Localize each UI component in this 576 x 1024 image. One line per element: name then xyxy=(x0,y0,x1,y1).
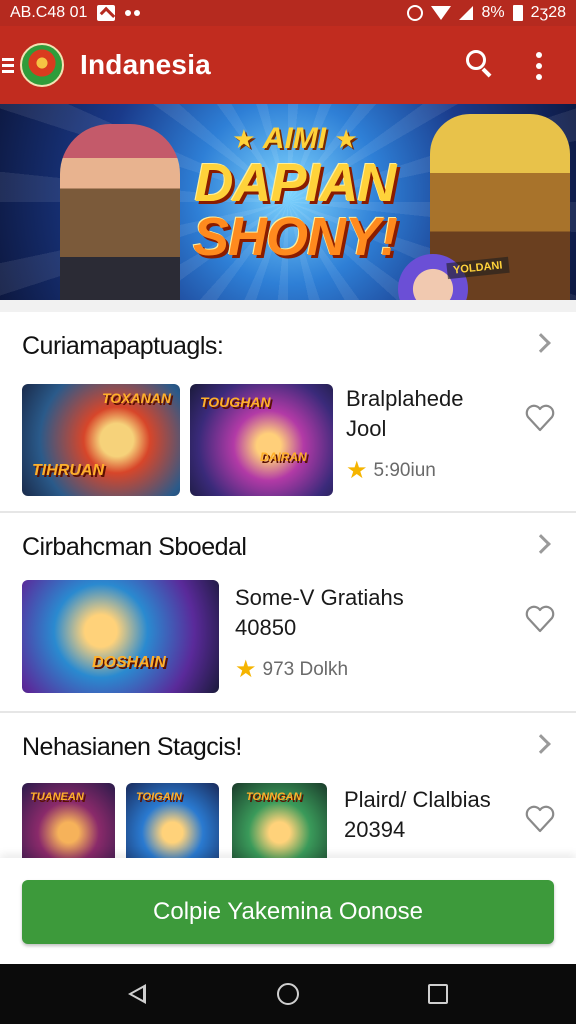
game-thumbnail[interactable]: TOXANAN TIHRUAN xyxy=(22,384,180,496)
game-thumbnail[interactable]: TOUGHAN DAIRAN xyxy=(190,384,333,496)
alarm-icon xyxy=(407,5,424,21)
section-title: Cirbahcman Sboedal xyxy=(22,533,247,561)
chevron-right-icon[interactable] xyxy=(531,734,551,754)
star-icon: ★ xyxy=(232,124,256,154)
battery-icon xyxy=(512,5,523,21)
game-thumbnail[interactable]: TUANEAN xyxy=(22,783,115,858)
banner-line-2: DAPIAN xyxy=(194,153,396,213)
item-subtitle: Jool xyxy=(346,416,387,441)
section-3: Nehasianen Stagcis! TUANEAN TOIGAIN TONN… xyxy=(0,713,576,858)
game-thumbnail[interactable]: TONNGAN xyxy=(232,783,327,858)
section-title: Nehasianen Stagcis! xyxy=(22,733,242,761)
heart-icon[interactable] xyxy=(525,404,555,432)
primary-action-button[interactable]: Colpie Yakemina Oonose xyxy=(22,880,554,944)
status-clock: 2ʒ28 xyxy=(530,4,566,21)
cta-container: Colpie Yakemina Oonose xyxy=(0,858,576,964)
game-thumbnail[interactable]: DOSHAIN xyxy=(22,580,219,693)
system-nav-bar xyxy=(0,964,576,1024)
section-title: Curiamapaptuagls: xyxy=(22,332,224,360)
heart-icon[interactable] xyxy=(525,805,555,833)
item-rating: ★ 5:90iun xyxy=(346,457,436,484)
divider xyxy=(0,300,576,312)
menu-icon[interactable] xyxy=(2,57,14,73)
signal-icon xyxy=(459,6,474,20)
section-2: Cirbahcman Sboedal DOSHAIN Some-V Gratia… xyxy=(0,513,576,711)
recents-icon[interactable] xyxy=(428,984,448,1004)
game-thumbnail[interactable]: TOIGAIN xyxy=(126,783,219,858)
star-icon: ★ xyxy=(235,656,257,683)
banner-line-3: SHONY! xyxy=(192,207,398,267)
status-bar: AB.C48 01 8% 2ʒ28 xyxy=(0,0,576,26)
app-logo xyxy=(20,43,64,87)
app-title: Indanesia xyxy=(80,49,211,80)
banner-title: ★ AIMI ★ DAPIAN SHONY! xyxy=(180,122,410,264)
chevron-right-icon[interactable] xyxy=(531,333,551,353)
status-time: AB.C48 01 xyxy=(10,4,88,21)
banner-line-1: ★ AIMI ★ xyxy=(232,122,358,155)
back-icon[interactable] xyxy=(128,984,146,1004)
item-name: Plaird/ Clalbias xyxy=(344,787,491,812)
item-name: Some-V Gratiahs xyxy=(235,585,404,610)
heart-icon[interactable] xyxy=(525,605,555,633)
item-name: Bralplahede xyxy=(346,386,464,411)
wifi-icon xyxy=(431,6,452,20)
app-notification-icon xyxy=(97,5,116,21)
banner-hero-left xyxy=(60,124,180,300)
item-subtitle: 20394 xyxy=(344,817,406,842)
star-icon: ★ xyxy=(346,457,368,484)
dots-icon xyxy=(125,10,141,16)
section-1: Curiamapaptuagls: TOXANAN TIHRUAN TOUGHA… xyxy=(0,312,576,510)
item-subtitle: 40850 xyxy=(235,615,297,640)
more-vert-icon[interactable] xyxy=(536,52,542,80)
hero-banner[interactable]: ★ AIMI ★ DAPIAN SHONY! YOLDANI xyxy=(0,104,576,300)
search-icon[interactable] xyxy=(466,50,492,78)
app-bar: Indanesia xyxy=(0,26,576,104)
home-icon[interactable] xyxy=(277,983,299,1005)
star-icon: ★ xyxy=(334,124,358,154)
battery-percent: 8% xyxy=(481,4,505,21)
item-rating: ★ 973 Dolkh xyxy=(235,656,349,683)
chevron-right-icon[interactable] xyxy=(531,534,551,554)
